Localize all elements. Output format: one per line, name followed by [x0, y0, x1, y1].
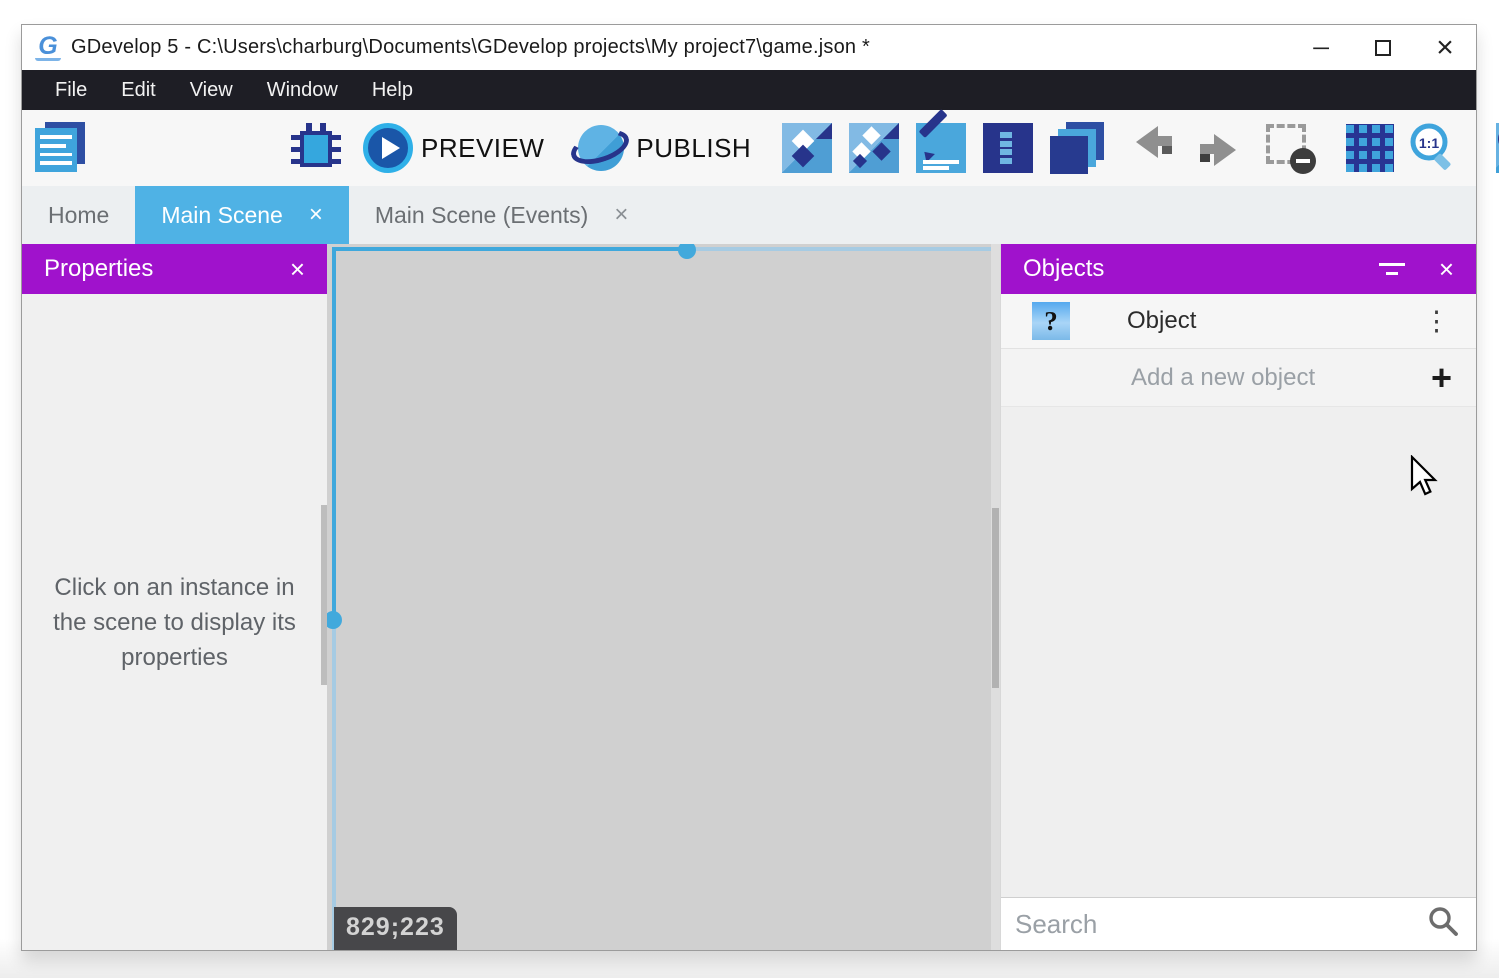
window-mask-icon[interactable]	[1264, 122, 1316, 174]
scene-window-border-top-light	[688, 247, 1000, 251]
tab-label: Main Scene	[161, 202, 282, 229]
mouse-cursor	[1410, 455, 1444, 506]
object-name: Object	[1127, 307, 1196, 335]
debug-icon-part	[332, 147, 341, 152]
properties-panel-header: Properties ×	[22, 244, 327, 294]
properties-panel-title: Properties	[44, 255, 153, 283]
desktop-background: G GDevelop 5 - C:\Users\charburg\Documen…	[0, 0, 1499, 978]
debug-icon-part	[291, 147, 300, 152]
tab-close-icon[interactable]: ×	[309, 201, 323, 229]
canvas-scrollbar-thumb[interactable]	[992, 508, 999, 688]
grid-icon[interactable]	[1346, 124, 1394, 172]
filter-icon[interactable]	[1379, 263, 1405, 275]
publish-globe-icon[interactable]	[572, 122, 628, 174]
maximize-icon	[1375, 40, 1391, 56]
add-object-row[interactable]: Add a new object +	[1001, 349, 1476, 407]
fold-corner	[816, 123, 832, 139]
zoom-ratio-text: 1:1	[1419, 135, 1439, 151]
tabbar: Home Main Scene × Main Scene (Events) ×	[22, 186, 1476, 244]
layers-list-icon[interactable]	[983, 123, 1033, 173]
resize-handle-left[interactable]	[327, 611, 342, 629]
tab-label: Main Scene (Events)	[375, 202, 588, 229]
scene-properties-icon[interactable]	[916, 123, 966, 173]
objects-panel: Objects × ? Object ⋮ Add a new object +	[1000, 244, 1476, 950]
play-triangle-icon	[382, 137, 400, 159]
resize-handle-top[interactable]	[678, 244, 696, 259]
publish-button[interactable]: PUBLISH	[636, 133, 751, 164]
toolbar: PREVIEW PUBLISH	[22, 110, 1476, 186]
menubar: File Edit View Window Help	[22, 70, 1476, 110]
properties-close-icon[interactable]: ×	[290, 254, 305, 285]
objects-panel-title: Objects	[1023, 255, 1104, 283]
debug-icon-part	[291, 135, 300, 140]
search-input[interactable]	[1001, 909, 1426, 940]
menu-view[interactable]: View	[173, 70, 250, 110]
underline-bar	[923, 160, 959, 164]
close-button[interactable]: ×	[1414, 25, 1476, 70]
debug-icon-part	[332, 135, 341, 140]
scene-window-border-left	[332, 247, 336, 621]
main-content: Properties × Click on an instance in the…	[22, 244, 1476, 950]
gdevelop-logo-icon: G	[35, 35, 61, 61]
redo-icon[interactable]	[1186, 124, 1240, 172]
maximize-button[interactable]	[1352, 25, 1414, 70]
debug-icon-part	[332, 159, 341, 164]
undo-icon[interactable]	[1132, 124, 1186, 172]
pencil-shape	[919, 109, 948, 138]
cube-shape	[792, 145, 815, 168]
object-list-item[interactable]: ? Object ⋮	[1001, 294, 1476, 349]
debug-icon[interactable]	[291, 123, 341, 173]
tab-close-icon[interactable]: ×	[614, 201, 628, 229]
layer-square	[1050, 136, 1088, 174]
edit-objects-icon[interactable]	[782, 123, 832, 173]
preview-play-icon[interactable]	[363, 123, 413, 173]
menu-window[interactable]: Window	[250, 70, 355, 110]
properties-empty-message: Click on an instance in the scene to dis…	[47, 570, 303, 675]
project-manager-icon[interactable]	[35, 122, 87, 174]
menu-edit[interactable]: Edit	[104, 70, 172, 110]
scene-window-border-left-light	[332, 621, 336, 950]
edit-groups-icon[interactable]	[849, 123, 899, 173]
properties-panel: Properties × Click on an instance in the…	[22, 244, 327, 950]
objects-list-empty-area	[1001, 407, 1476, 897]
titlebar: G GDevelop 5 - C:\Users\charburg\Documen…	[22, 25, 1476, 70]
object-menu-icon[interactable]: ⋮	[1423, 306, 1450, 337]
tab-label: Home	[48, 202, 109, 229]
objects-panel-header: Objects ×	[1001, 244, 1476, 294]
debug-icon-part	[300, 131, 332, 167]
plus-icon[interactable]: +	[1431, 360, 1452, 396]
instances-list-icon[interactable]	[1050, 122, 1104, 174]
tab-main-scene-events[interactable]: Main Scene (Events) ×	[349, 186, 655, 244]
cursor-coordinates-badge: 829;223	[334, 907, 457, 950]
window-controls: ─ ×	[1290, 25, 1476, 70]
window-title: GDevelop 5 - C:\Users\charburg\Documents…	[71, 36, 870, 59]
underline-bar	[923, 166, 949, 170]
objects-close-icon[interactable]: ×	[1439, 254, 1454, 285]
minus-badge	[1290, 148, 1316, 174]
properties-panel-body: Click on an instance in the scene to dis…	[22, 294, 327, 950]
add-object-label: Add a new object	[1131, 364, 1315, 392]
object-thumbnail-icon: ?	[1032, 302, 1070, 340]
zoom-1-1-icon[interactable]: 1:1	[1406, 121, 1460, 175]
menu-help[interactable]: Help	[355, 70, 430, 110]
fold-corner	[883, 123, 899, 139]
objects-search-bar	[1001, 897, 1476, 950]
debug-icon-part	[291, 159, 300, 164]
menu-file[interactable]: File	[38, 70, 104, 110]
preview-button[interactable]: PREVIEW	[421, 133, 544, 164]
cube-shape	[862, 126, 880, 144]
minimize-button[interactable]: ─	[1290, 25, 1352, 70]
scene-canvas[interactable]: 829;223	[327, 244, 1000, 950]
tab-main-scene[interactable]: Main Scene ×	[135, 186, 348, 244]
gdevelop-window: G GDevelop 5 - C:\Users\charburg\Documen…	[21, 24, 1477, 951]
search-icon[interactable]	[1426, 905, 1460, 944]
scene-window-border-top	[332, 247, 688, 251]
cube-shape	[872, 142, 890, 160]
project-manager-icon-front	[35, 128, 77, 172]
tab-home[interactable]: Home	[22, 186, 135, 244]
